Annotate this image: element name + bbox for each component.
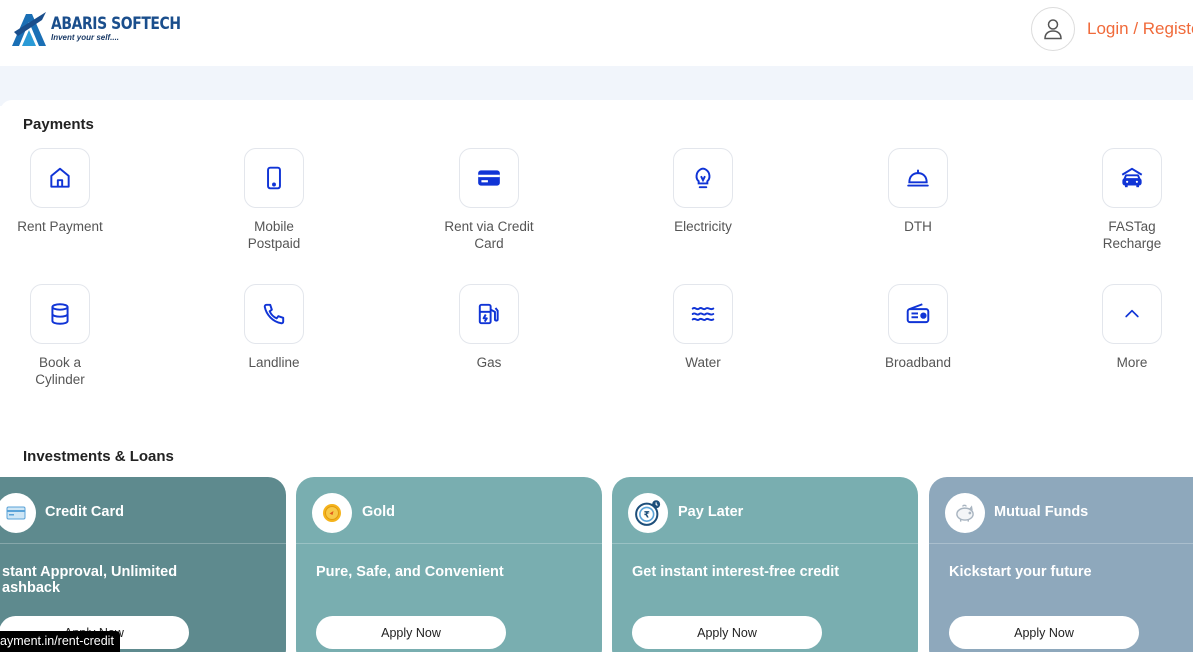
apply-now-button[interactable]: Apply Now bbox=[632, 616, 822, 649]
service-more[interactable]: More bbox=[1072, 284, 1192, 371]
login-register[interactable]: Login / Registe bbox=[1031, 7, 1193, 51]
brand-tagline: Invent your self.... bbox=[51, 33, 120, 42]
service-broadband[interactable]: Broadband bbox=[858, 284, 978, 371]
investment-card-credit-card[interactable]: Credit Card stant Approval, Unlimited as… bbox=[0, 477, 286, 652]
service-label: Water bbox=[685, 355, 721, 370]
rupee-clock-icon: ₹ bbox=[628, 493, 668, 533]
chevron-up-icon[interactable] bbox=[1102, 284, 1162, 344]
page: ABARIS SOFTECH Invent your self.... Logi… bbox=[0, 0, 1193, 652]
investment-title: Credit Card bbox=[45, 504, 124, 520]
service-label: More bbox=[1116, 355, 1148, 370]
service-fastag-recharge[interactable]: FASTag Recharge bbox=[1072, 148, 1192, 252]
bulb-icon[interactable] bbox=[673, 148, 733, 208]
service-label: Broadband bbox=[884, 355, 952, 370]
investments-title: Investments & Loans bbox=[23, 448, 174, 465]
service-landline[interactable]: Landline bbox=[214, 284, 334, 371]
service-water[interactable]: Water bbox=[643, 284, 763, 371]
service-gas[interactable]: Gas bbox=[429, 284, 549, 371]
service-electricity[interactable]: Electricity bbox=[643, 148, 763, 235]
dish-icon[interactable] bbox=[888, 148, 948, 208]
investment-title: Mutual Funds bbox=[994, 504, 1089, 520]
investment-card-pay-later[interactable]: ₹ Pay Later Get instant interest-free cr… bbox=[612, 477, 918, 652]
brand-name: ABARIS SOFTECH bbox=[51, 14, 181, 34]
svg-text:₹: ₹ bbox=[644, 510, 650, 520]
car-icon[interactable] bbox=[1102, 148, 1162, 208]
login-register-link[interactable]: Login / Registe bbox=[1087, 19, 1193, 39]
service-mobile-postpaid[interactable]: Mobile Postpaid bbox=[214, 148, 334, 252]
service-rent-payment[interactable]: Rent Payment bbox=[0, 148, 120, 235]
home-icon[interactable] bbox=[30, 148, 90, 208]
service-label: FASTag Recharge bbox=[1102, 219, 1162, 251]
apply-now-button[interactable]: Apply Now bbox=[316, 616, 506, 649]
service-rent-via-credit-card[interactable]: Rent via Credit Card bbox=[429, 148, 549, 252]
investment-desc: Get instant interest-free credit bbox=[632, 564, 840, 580]
service-label: Mobile Postpaid bbox=[247, 219, 301, 251]
service-label: DTH bbox=[904, 219, 932, 234]
gold-coin-icon bbox=[312, 493, 352, 533]
brand-logo[interactable]: ABARIS SOFTECH Invent your self.... bbox=[12, 12, 209, 46]
cylinder-icon[interactable] bbox=[30, 284, 90, 344]
investment-desc: stant Approval, Unlimited ashback bbox=[2, 564, 178, 596]
logo-mark-icon bbox=[12, 12, 48, 46]
user-icon[interactable] bbox=[1031, 7, 1075, 51]
header: ABARIS SOFTECH Invent your self.... Logi… bbox=[0, 0, 1193, 66]
router-icon[interactable] bbox=[888, 284, 948, 344]
apply-now-button[interactable]: Apply Now bbox=[949, 616, 1139, 649]
credit-card-icon[interactable] bbox=[459, 148, 519, 208]
status-bar-url: ayment.in/rent-credit bbox=[0, 631, 120, 652]
water-icon[interactable] bbox=[673, 284, 733, 344]
investment-desc: Pure, Safe, and Convenient bbox=[316, 564, 504, 580]
service-label: Book a Cylinder bbox=[35, 355, 85, 387]
investment-desc: Kickstart your future bbox=[949, 564, 1092, 580]
investment-card-gold[interactable]: Gold Pure, Safe, and Convenient Apply No… bbox=[296, 477, 602, 652]
service-label: Gas bbox=[476, 355, 502, 370]
service-dth[interactable]: DTH bbox=[858, 148, 978, 235]
service-label: Electricity bbox=[674, 219, 732, 234]
gas-pump-icon[interactable] bbox=[459, 284, 519, 344]
mobile-icon[interactable] bbox=[244, 148, 304, 208]
investment-title: Gold bbox=[362, 504, 396, 520]
payments-title: Payments bbox=[23, 116, 94, 133]
service-label: Rent Payment bbox=[17, 219, 103, 234]
service-book-a-cylinder[interactable]: Book a Cylinder bbox=[0, 284, 120, 388]
piggy-bank-icon bbox=[945, 493, 985, 533]
service-label: Landline bbox=[248, 355, 300, 370]
investment-title: Pay Later bbox=[678, 504, 744, 520]
service-label: Rent via Credit Card bbox=[444, 219, 534, 251]
phone-icon[interactable] bbox=[244, 284, 304, 344]
investment-card-mutual-funds[interactable]: Mutual Funds Kickstart your future Apply… bbox=[929, 477, 1193, 652]
